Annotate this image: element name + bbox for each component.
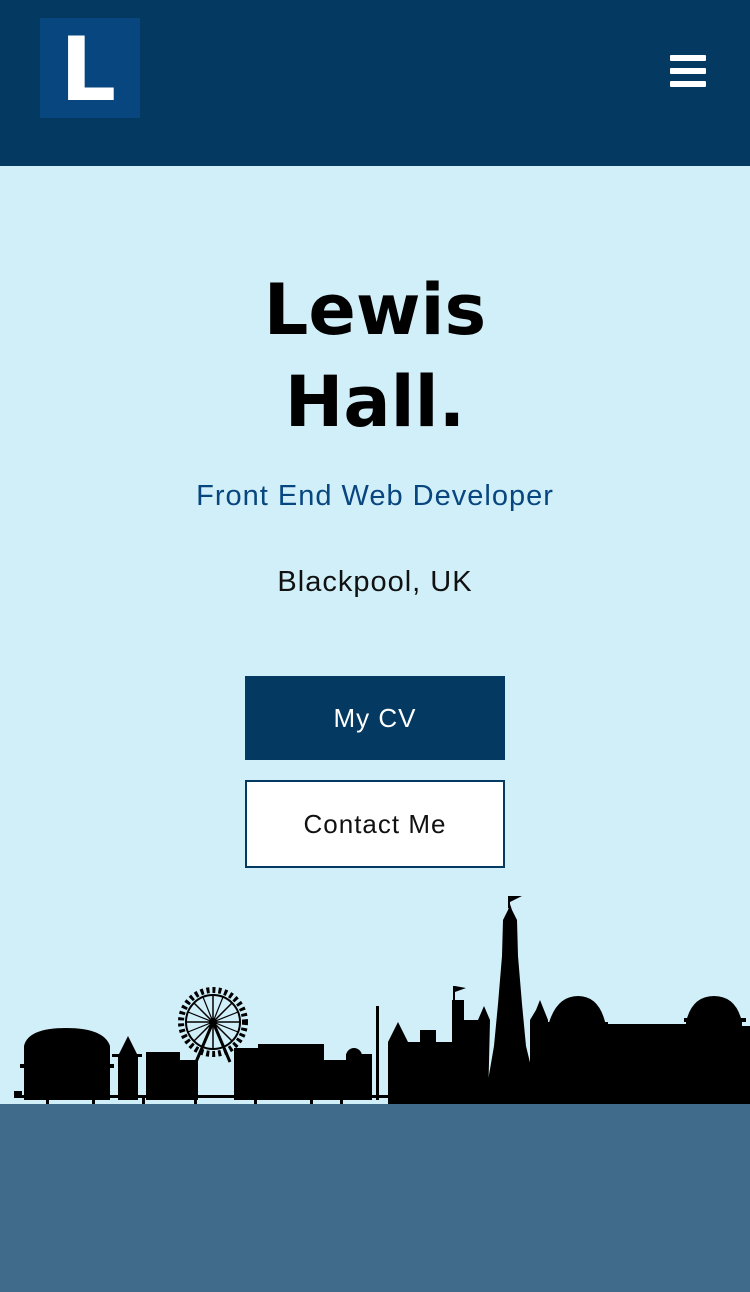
hero-section: Lewis Hall. Front End Web Developer Blac…: [0, 166, 750, 1104]
site-logo[interactable]: L: [40, 18, 140, 118]
hero-first-name: Lewis: [263, 269, 487, 351]
my-cv-button[interactable]: My CV: [245, 676, 505, 760]
hero-location: Blackpool, UK: [277, 566, 473, 598]
contact-me-button[interactable]: Contact Me: [245, 780, 505, 868]
logo-letter: L: [59, 18, 117, 121]
menu-bar-bottom: [670, 81, 706, 87]
footer-band: [0, 1104, 750, 1292]
hero-last-name: Hall.: [284, 361, 466, 443]
site-header: L: [0, 0, 750, 166]
hero-role: Front End Web Developer: [196, 480, 554, 512]
hamburger-menu-icon[interactable]: [666, 52, 710, 92]
blackpool-skyline-illustration: [14, 896, 750, 1104]
menu-bar-top: [670, 55, 706, 61]
menu-bar-middle: [670, 68, 706, 74]
hero-name: Lewis Hall.: [0, 264, 750, 448]
